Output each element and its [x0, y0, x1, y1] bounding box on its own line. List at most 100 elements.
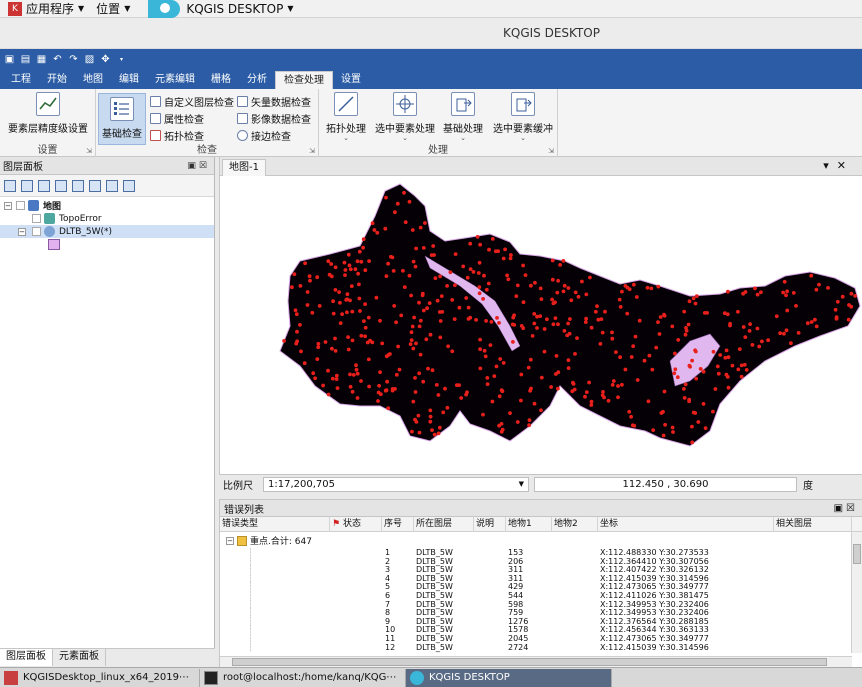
error-point	[435, 298, 440, 303]
error-point	[413, 376, 417, 380]
error-point	[555, 290, 560, 295]
layer-precision-setting-button[interactable]: 要素层精度级设置	[8, 92, 88, 135]
move-down-icon[interactable]	[38, 179, 50, 192]
error-point	[521, 263, 525, 268]
collapse-icon[interactable]: −	[4, 201, 12, 210]
map-canvas[interactable]	[220, 176, 862, 474]
check-dialog-launcher-icon[interactable]: ⇲	[309, 147, 315, 155]
grid-icon[interactable]	[89, 179, 101, 192]
error-point	[372, 228, 377, 232]
topology-process-button[interactable]: 拓扑处理 ⌄	[326, 92, 366, 142]
tab-6[interactable]: 分析	[239, 71, 275, 89]
error-point	[584, 390, 589, 394]
map-tab-menu-close-icon[interactable]: ▾✕	[823, 159, 854, 172]
tree-root-map[interactable]: − 地图	[0, 199, 214, 212]
settings-dialog-launcher-icon[interactable]: ⇲	[86, 147, 92, 155]
error-group-row[interactable]: − 重点.合计: 647	[226, 534, 312, 547]
visibility-checkbox[interactable]	[32, 227, 41, 236]
open-icon[interactable]: ▤	[19, 53, 32, 66]
tab-7[interactable]: 检查处理	[275, 71, 333, 89]
error-point	[567, 331, 572, 336]
table-row[interactable]: 12 DLTB_5W 2724 X:112.415039 Y:30.314596 ┆	[220, 643, 852, 652]
error-point	[566, 286, 571, 290]
tab-2[interactable]: 地图	[75, 71, 111, 89]
sort-layer-icon[interactable]	[21, 179, 33, 192]
visibility-checkbox[interactable]	[16, 201, 25, 210]
new-icon[interactable]: ▣	[3, 53, 16, 66]
col-feature1[interactable]: 地物1	[506, 517, 552, 532]
add-layer-icon[interactable]	[4, 179, 16, 192]
error-point	[421, 246, 426, 250]
error-point	[673, 351, 677, 356]
tree-layer-topoerror[interactable]: TopoError	[0, 212, 214, 225]
panel-float-close-icon[interactable]: ▣☒	[187, 161, 210, 171]
vector-data-check-button[interactable]: 矢量数据检查	[237, 93, 311, 109]
tab-map-1[interactable]: 地图-1	[222, 159, 266, 176]
task-file-manager[interactable]: KQGISDesktop_linux_x64_2019⋯	[0, 668, 200, 687]
collapse-icon[interactable]: −	[18, 227, 26, 236]
pan-icon[interactable]: ✥	[99, 53, 112, 66]
image-data-check-button[interactable]: 影像数据检查	[237, 110, 311, 126]
tab-1[interactable]: 开始	[39, 71, 75, 89]
error-point	[350, 338, 355, 343]
selected-feature-buffer-button[interactable]: 选中要素缓冲 ⌄	[493, 92, 553, 142]
col-seq[interactable]: 序号	[382, 517, 414, 532]
group-icon[interactable]	[72, 179, 84, 192]
undo-icon[interactable]: ↶	[51, 53, 64, 66]
map-tab-bar: 地图-1 ▾✕	[220, 157, 862, 176]
tab-8[interactable]: 设置	[333, 71, 369, 89]
active-app-menu[interactable]: KQGIS DESKTOP ▼	[136, 0, 299, 18]
selected-feature-process-button[interactable]: 选中要素处理 ⌄	[375, 92, 435, 142]
save-icon[interactable]: ▦	[35, 53, 48, 66]
layer-panel: 图层面板 ▣☒ − 地图 TopoError − DLTB_5W(*)	[0, 157, 215, 648]
task-kqgis[interactable]: KQGIS DESKTOP	[406, 668, 612, 687]
error-point	[571, 382, 576, 386]
process-dialog-launcher-icon[interactable]: ⇲	[548, 147, 554, 155]
tab-element-panel[interactable]: 元素面板	[53, 649, 106, 666]
tab-4[interactable]: 元素编辑	[147, 71, 203, 89]
vertical-scrollbar[interactable]	[851, 532, 862, 653]
redo-icon[interactable]: ↷	[67, 53, 80, 66]
tree-layer-dltb[interactable]: − DLTB_5W(*)	[0, 225, 214, 238]
col-layer[interactable]: 所在图层	[414, 517, 474, 532]
applications-menu[interactable]: K 应用程序 ▼	[0, 0, 90, 18]
scrollbar-thumb[interactable]	[232, 658, 827, 666]
horizontal-scrollbar[interactable]	[220, 656, 852, 667]
tab-5[interactable]: 栅格	[203, 71, 239, 89]
col-related-layer[interactable]: 相关图层	[774, 517, 852, 532]
remove-layer-icon[interactable]	[123, 179, 135, 192]
col-feature2[interactable]: 地物2	[552, 517, 598, 532]
error-point	[490, 237, 495, 241]
symbol-swatch[interactable]	[48, 239, 60, 250]
custom-layer-check-button[interactable]: 自定义图层检查	[150, 93, 234, 109]
error-point	[484, 319, 488, 323]
error-point	[601, 390, 605, 394]
col-coordinate[interactable]: 坐标	[598, 517, 774, 532]
terminal-icon	[204, 670, 218, 685]
export-icon[interactable]: ▨	[83, 53, 96, 66]
task-terminal[interactable]: root@localhost:/home/kanq/KQG⋯	[200, 668, 406, 687]
col-error-type[interactable]: 错误类型	[220, 517, 330, 532]
tab-3[interactable]: 编辑	[111, 71, 147, 89]
basic-process-button[interactable]: 基础处理 ⌄	[443, 92, 483, 142]
scale-select[interactable]: 1:17,200,705 ▼	[263, 477, 529, 492]
zoom-layer-icon[interactable]	[106, 179, 118, 192]
customize-icon[interactable]: ▾	[115, 53, 128, 66]
visibility-checkbox[interactable]	[32, 214, 41, 223]
places-menu[interactable]: 位置 ▼	[90, 0, 136, 18]
panel-float-close-icon[interactable]: ▣☒	[834, 503, 858, 514]
error-point	[414, 246, 418, 251]
col-note[interactable]: 说明	[474, 517, 506, 532]
collapse-icon[interactable]: −	[226, 536, 234, 545]
tab-0[interactable]: 工程	[3, 71, 39, 89]
scrollbar-thumb[interactable]	[853, 544, 861, 564]
basic-check-button[interactable]: 基础检查	[98, 93, 146, 145]
error-point	[392, 304, 397, 308]
tab-layer-panel[interactable]: 图层面板	[0, 649, 53, 666]
error-point	[428, 414, 433, 419]
layer-stack-icon[interactable]	[55, 179, 67, 192]
error-point	[363, 334, 367, 339]
attribute-check-button[interactable]: 属性检查	[150, 110, 204, 126]
error-point	[741, 325, 746, 329]
col-status[interactable]: ⚑ 状态	[330, 517, 382, 532]
